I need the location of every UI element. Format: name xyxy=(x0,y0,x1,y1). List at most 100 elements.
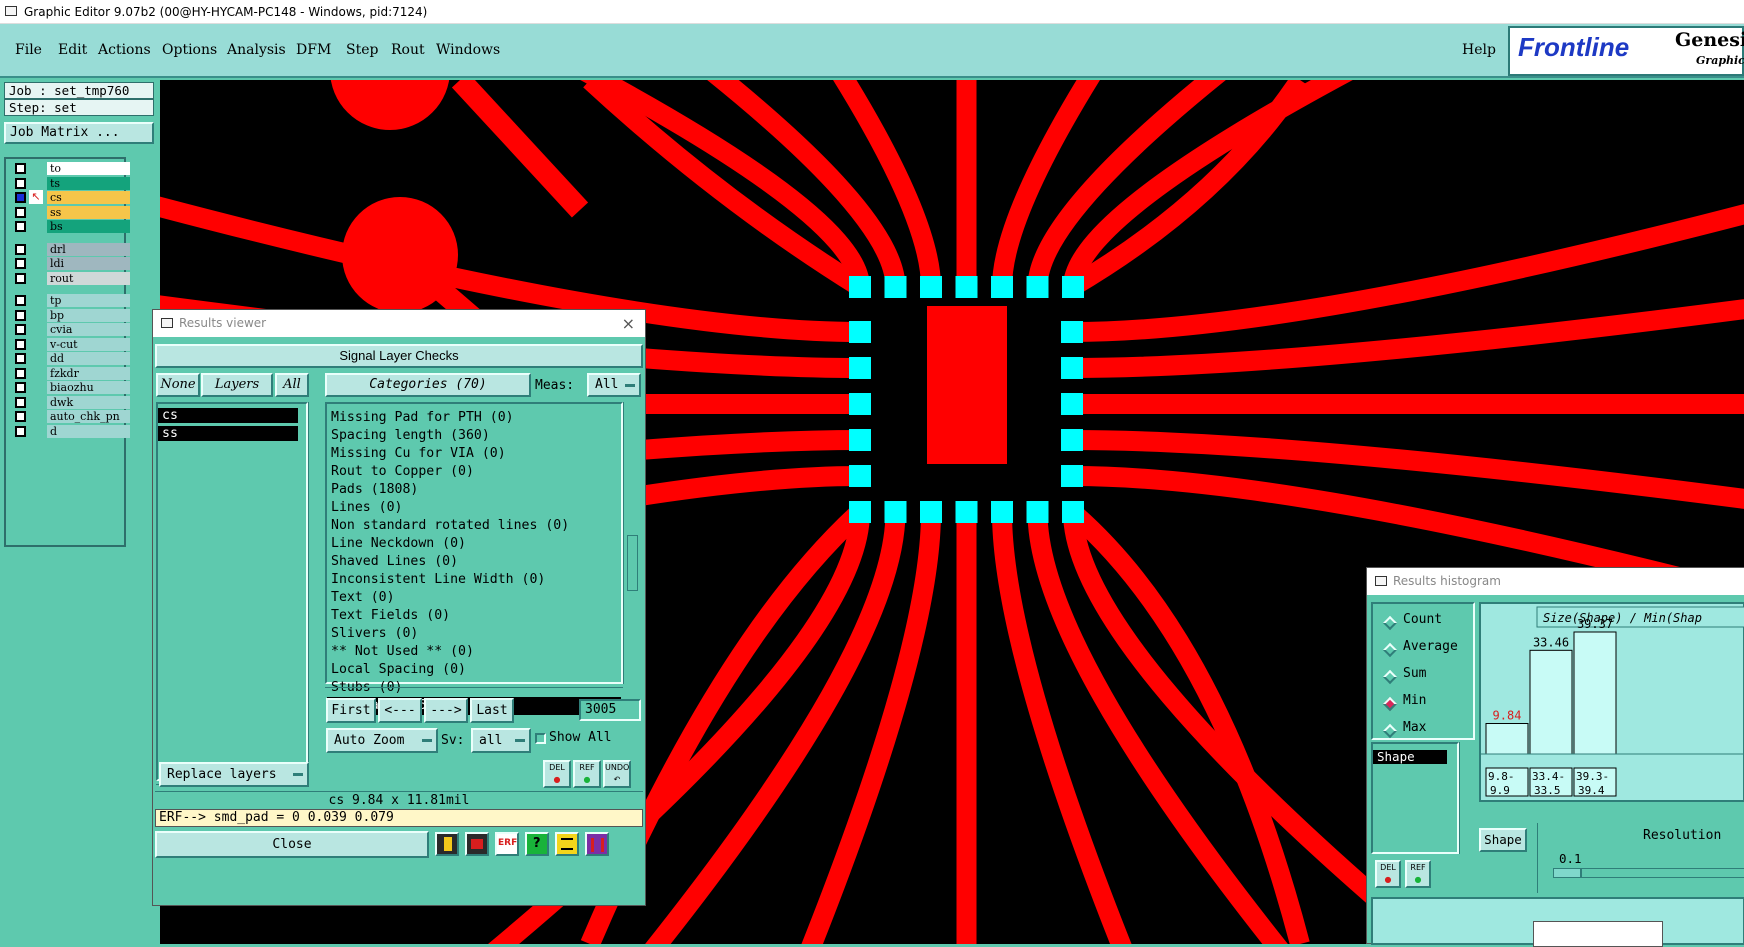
layer-list-scrollbar[interactable] xyxy=(308,402,321,781)
prev-button[interactable]: <--- xyxy=(378,698,422,723)
mode-label[interactable]: Average xyxy=(1403,639,1458,654)
layer-result-item[interactable]: cs xyxy=(158,408,298,423)
layer-name[interactable]: drl xyxy=(47,242,130,256)
layer-row[interactable]: biaozhu xyxy=(12,380,130,395)
layer-name[interactable]: v-cut xyxy=(47,337,130,351)
help-icon[interactable]: ? xyxy=(525,832,549,856)
sv-dropdown[interactable]: all xyxy=(471,728,531,753)
category-item[interactable]: Text (0) xyxy=(327,589,621,607)
histogram-icon[interactable] xyxy=(585,832,609,856)
category-item[interactable]: Spacing length (360) xyxy=(327,427,621,445)
layer-checkbox[interactable] xyxy=(15,221,26,232)
layer-checkbox[interactable] xyxy=(15,243,26,255)
layer-row[interactable]: v-cut xyxy=(12,337,130,352)
layer-checkbox[interactable] xyxy=(15,163,26,174)
layer-name[interactable]: cvia xyxy=(47,323,130,336)
layer-name[interactable]: ss xyxy=(47,205,130,219)
layer-name[interactable]: dwk xyxy=(47,395,130,409)
layer-row[interactable]: bp xyxy=(12,308,130,323)
category-item[interactable]: ** Not Used ** (0) xyxy=(327,643,621,661)
layer-row[interactable]: bs xyxy=(12,219,130,234)
mode-radio-icon[interactable] xyxy=(1382,615,1398,631)
erf-icon[interactable]: ERF xyxy=(495,832,519,856)
layer-checkbox[interactable] xyxy=(15,324,26,335)
category-item[interactable]: Pads (1808) xyxy=(327,481,621,499)
category-item[interactable]: Non standard rotated lines (0) xyxy=(327,517,621,535)
layer-name[interactable]: bp xyxy=(47,308,130,322)
layer-row[interactable]: cvia xyxy=(12,322,130,337)
category-item[interactable]: Missing Cu for VIA (0) xyxy=(327,445,621,463)
layer-row[interactable]: rout xyxy=(12,271,130,286)
menu-help[interactable]: Help xyxy=(1462,42,1496,58)
menu-rout[interactable]: Rout xyxy=(391,42,425,58)
layers-button[interactable]: Layers xyxy=(201,373,273,397)
mode-radio-icon[interactable] xyxy=(1382,723,1398,739)
layer-checkbox[interactable] xyxy=(15,258,26,269)
layer-row[interactable]: dwk xyxy=(12,395,130,410)
histogram-list-item[interactable]: Shape xyxy=(1373,750,1447,764)
layer-row[interactable]: fzkdr xyxy=(12,366,130,381)
last-button[interactable]: Last xyxy=(470,698,514,723)
category-item[interactable]: Missing Pad for PTH (0) xyxy=(327,409,621,427)
next-button[interactable]: ---> xyxy=(424,698,468,723)
layer-checkbox[interactable] xyxy=(15,192,26,203)
hist-del-button[interactable]: DEL ● xyxy=(1375,860,1401,888)
signal-layer-checks-header[interactable]: Signal Layer Checks xyxy=(155,344,643,368)
replace-layers-dropdown[interactable]: Replace layers xyxy=(159,762,309,787)
menu-options[interactable]: Options xyxy=(162,42,217,58)
layer-checkbox[interactable] xyxy=(15,338,26,350)
layer-checkbox[interactable] xyxy=(15,367,26,379)
layer-name[interactable]: dd xyxy=(47,352,130,365)
category-item[interactable]: Inconsistent Line Width (0) xyxy=(327,571,621,589)
layer-name[interactable]: cs xyxy=(47,191,130,204)
layer-checkbox[interactable] xyxy=(15,382,26,393)
close-icon[interactable]: × xyxy=(622,310,635,337)
layer-name[interactable]: ts xyxy=(47,176,130,190)
exit-icon[interactable] xyxy=(465,832,489,856)
first-button[interactable]: First xyxy=(326,698,376,723)
layer-checkbox[interactable] xyxy=(15,425,26,437)
auto-zoom-dropdown[interactable]: Auto Zoom xyxy=(326,728,438,753)
layer-row[interactable]: auto_chk_pn xyxy=(12,409,130,424)
layer-name[interactable]: tp xyxy=(47,294,130,307)
category-item[interactable]: Text Fields (0) xyxy=(327,607,621,625)
scrollbar-thumb[interactable] xyxy=(627,535,638,591)
layer-row[interactable]: dd xyxy=(12,351,130,366)
layer-name[interactable]: ldi xyxy=(47,257,130,270)
layer-checkbox[interactable] xyxy=(15,309,26,321)
layer-row[interactable]: ldi xyxy=(12,256,130,271)
menu-analysis[interactable]: Analysis xyxy=(227,42,286,58)
all-button[interactable]: All xyxy=(275,373,309,397)
layer-name[interactable]: biaozhu xyxy=(47,381,130,394)
layer-row[interactable]: drl xyxy=(12,242,130,257)
layer-row[interactable]: tp xyxy=(12,293,130,308)
meas-dropdown[interactable]: All xyxy=(587,373,641,397)
undo-button[interactable]: UNDO ↶ xyxy=(603,760,631,788)
menu-actions[interactable]: Actions xyxy=(98,42,151,58)
menu-edit[interactable]: Edit xyxy=(58,42,87,58)
layer-checkbox[interactable] xyxy=(15,411,26,422)
shape-button[interactable]: Shape xyxy=(1479,828,1527,852)
mode-label[interactable]: Max xyxy=(1403,720,1426,735)
layer-row[interactable]: ss xyxy=(12,205,130,220)
category-item[interactable]: Shaved Lines (0) xyxy=(327,553,621,571)
category-item[interactable]: Slivers (0) xyxy=(327,625,621,643)
category-hscroll[interactable] xyxy=(325,687,623,696)
categories-button[interactable]: Categories (70) xyxy=(325,373,531,397)
mode-label[interactable]: Min xyxy=(1403,693,1426,708)
slider-handle[interactable] xyxy=(1554,869,1582,877)
menu-dfm[interactable]: DFM xyxy=(296,42,331,58)
layer-checkbox[interactable] xyxy=(15,206,26,218)
layer-checkbox[interactable] xyxy=(15,295,26,306)
del-button[interactable]: DEL ● xyxy=(543,760,571,788)
notes-icon[interactable] xyxy=(555,832,579,856)
layer-checkbox[interactable] xyxy=(15,272,26,284)
menu-windows[interactable]: Windows xyxy=(436,42,500,58)
category-item[interactable]: Lines (0) xyxy=(327,499,621,517)
mode-label[interactable]: Sum xyxy=(1403,666,1426,681)
layer-checkbox[interactable] xyxy=(15,177,26,189)
layer-name[interactable]: bs xyxy=(47,220,130,233)
category-item[interactable]: Rout to Copper (0) xyxy=(327,463,621,481)
category-item[interactable]: Line Neckdown (0) xyxy=(327,535,621,553)
layer-row[interactable]: d xyxy=(12,424,130,439)
